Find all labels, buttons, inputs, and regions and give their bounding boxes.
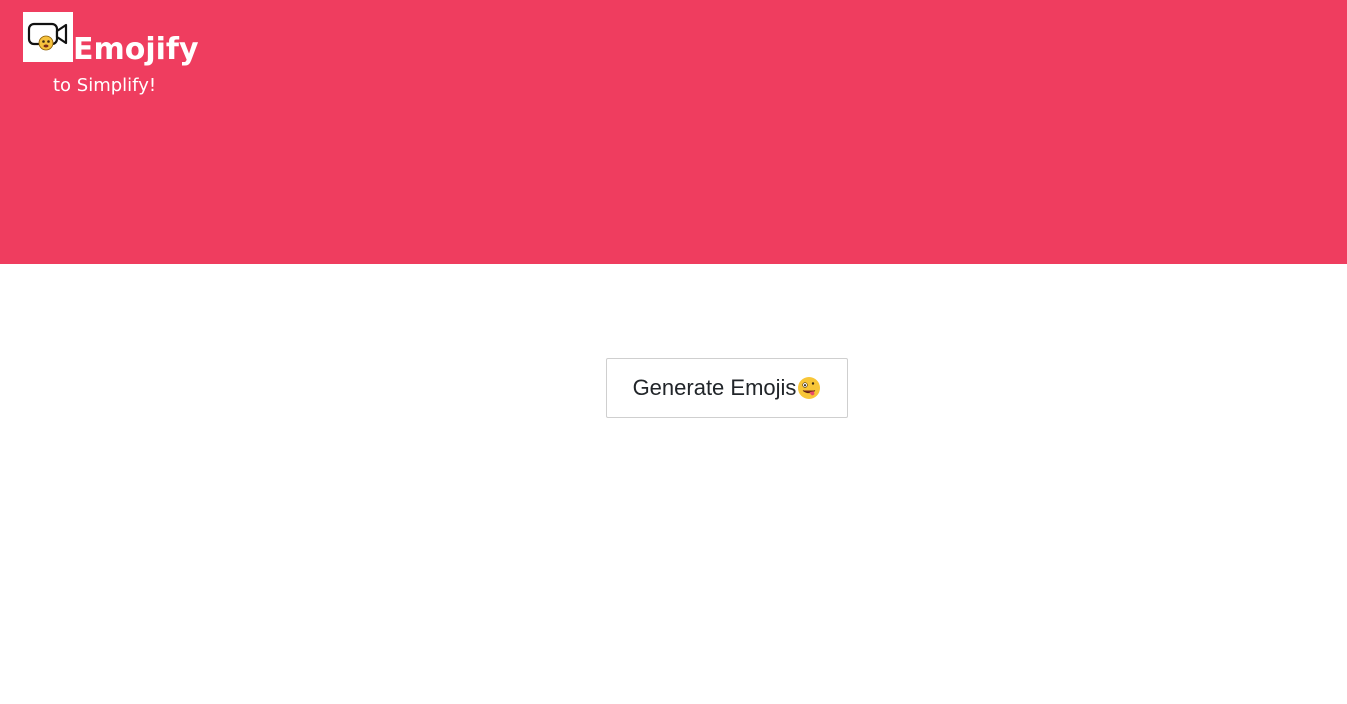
zany-face-emoji-icon: [797, 376, 821, 400]
video-camera-emoji-icon: [27, 22, 68, 51]
hero-banner: Emojify to Simplify!: [0, 0, 1347, 264]
logo: [23, 12, 73, 62]
brand-title: Emojify: [73, 32, 199, 67]
brand-tagline: to Simplify!: [53, 75, 157, 96]
generate-emojis-button[interactable]: Generate Emojis: [606, 358, 848, 418]
generate-emojis-label: Generate Emojis: [632, 375, 797, 400]
